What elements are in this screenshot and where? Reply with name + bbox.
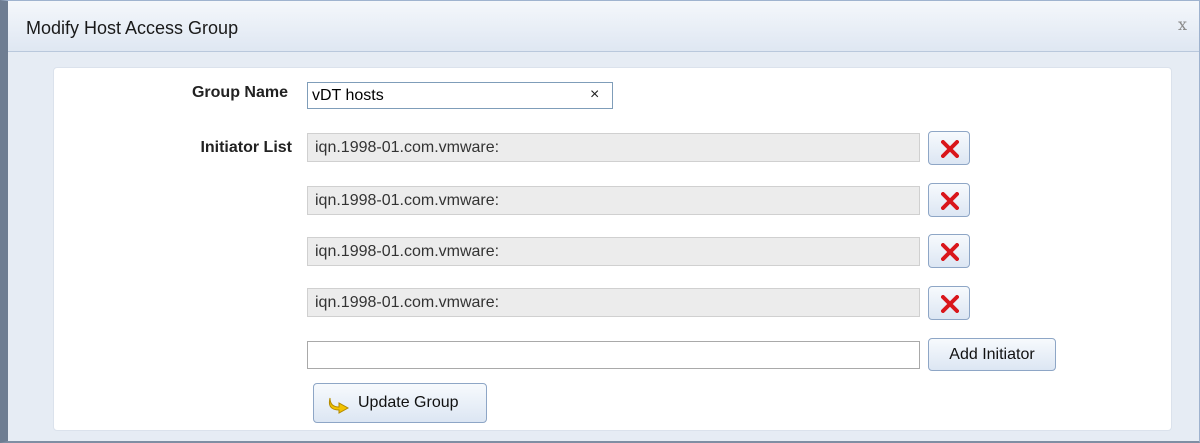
- update-group-button[interactable]: Update Group: [313, 383, 487, 423]
- add-initiator-button[interactable]: Add Initiator: [928, 338, 1056, 371]
- initiator-field: iqn.1998-01.com.vmware:: [307, 186, 920, 215]
- group-name-label: Group Name: [191, 84, 288, 101]
- new-initiator-input[interactable]: [307, 341, 920, 369]
- clear-input-icon[interactable]: ×: [590, 86, 599, 104]
- group-name-input[interactable]: vDT hosts: [307, 82, 613, 109]
- remove-initiator-button[interactable]: [928, 286, 970, 320]
- dialog-titlebar: Modify Host Access Group x: [8, 1, 1199, 52]
- initiator-field: iqn.1998-01.com.vmware:: [307, 133, 920, 162]
- dialog-title: Modify Host Access Group: [26, 18, 239, 38]
- initiator-field: iqn.1998-01.com.vmware:: [307, 288, 920, 317]
- close-icon[interactable]: x: [1178, 15, 1187, 34]
- red-x-delete-icon: [941, 140, 959, 158]
- initiator-field: iqn.1998-01.com.vmware:: [307, 237, 920, 266]
- red-x-delete-icon: [941, 295, 959, 313]
- update-group-label: Update Group: [358, 394, 459, 411]
- red-x-delete-icon: [941, 243, 959, 261]
- initiator-list-label: Initiator List: [200, 139, 292, 156]
- red-x-delete-icon: [941, 192, 959, 210]
- remove-initiator-button[interactable]: [928, 234, 970, 268]
- yellow-arrow-icon: [328, 397, 350, 414]
- remove-initiator-button[interactable]: [928, 131, 970, 165]
- modify-host-access-group-dialog: Modify Host Access Group x: [0, 0, 1200, 443]
- remove-initiator-button[interactable]: [928, 183, 970, 217]
